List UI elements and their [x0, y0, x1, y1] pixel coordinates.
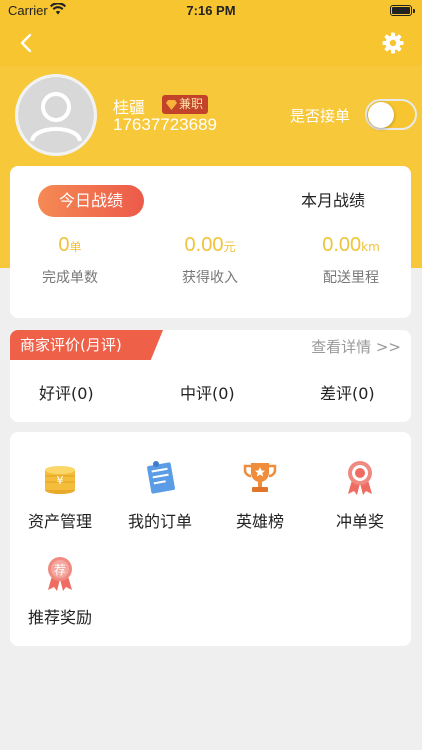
stat-distance: 0.00km 配送里程 [286, 234, 416, 287]
svg-text:¥: ¥ [57, 474, 64, 487]
stat-income: 0.00元 获得收入 [145, 234, 275, 287]
stat-unit: 单 [69, 240, 82, 254]
menu-label: 资产管理 [27, 512, 92, 531]
good-review-count[interactable]: 好评(0) [39, 380, 94, 404]
stat-label: 完成单数 [42, 270, 98, 286]
stat-label: 获得收入 [182, 270, 238, 286]
svg-text:荐: 荐 [54, 563, 66, 577]
coins-icon: ¥ [45, 466, 75, 494]
part-time-badge: 兼职 [162, 95, 209, 114]
menu-item-referral-reward[interactable]: 荐 推荐奖励 [10, 554, 110, 628]
function-menu-card: ¥ 资产管理 我的订单 英雄榜 冲单奖 荐 推荐奖励 [10, 432, 411, 646]
diamond-icon [166, 99, 177, 110]
stat-value: 0 [58, 234, 70, 256]
menu-item-leaderboard[interactable]: 英雄榜 [210, 458, 310, 532]
menu-label: 英雄榜 [235, 512, 284, 531]
gear-icon[interactable] [380, 30, 406, 56]
menu-item-order-bonus[interactable]: 冲单奖 [310, 458, 410, 532]
user-placeholder-icon [18, 77, 94, 153]
menu-label: 推荐奖励 [27, 608, 92, 627]
stat-unit: 元 [223, 240, 236, 254]
view-details-link[interactable]: 查看详情 >> [311, 336, 401, 357]
accept-orders-toggle[interactable] [365, 99, 417, 130]
stat-value: 0.00 [322, 234, 362, 256]
accept-orders-label: 是否接单 [290, 107, 351, 125]
performance-card: 今日战绩 本月战绩 0单 完成单数 0.00元 获得收入 0.00km 配送里程 [10, 166, 411, 318]
toggle-knob [368, 102, 394, 128]
tab-today[interactable]: 今日战绩 [38, 185, 144, 217]
evaluation-title: 商家评价(月评) [10, 330, 163, 360]
badge-label: 兼职 [179, 97, 204, 111]
neutral-review-count[interactable]: 中评(0) [180, 380, 235, 404]
chevron-left-icon[interactable] [14, 30, 40, 56]
menu-label: 冲单奖 [335, 512, 384, 531]
trophy-icon [243, 463, 277, 492]
status-bar: Carrier 7:16 PM [0, 0, 422, 22]
bad-review-count[interactable]: 差评(0) [320, 380, 375, 404]
recommend-medal-icon: 荐 [48, 557, 72, 591]
merchant-evaluation-card: 商家评价(月评) 查看详情 >> 好评(0) 中评(0) 差评(0) [10, 330, 411, 422]
menu-label: 我的订单 [127, 512, 192, 531]
medal-icon [348, 461, 372, 495]
stat-value: 0.00 [184, 234, 224, 256]
menu-item-orders[interactable]: 我的订单 [110, 458, 210, 532]
menu-item-assets[interactable]: ¥ 资产管理 [10, 458, 110, 532]
battery-icon [390, 5, 415, 16]
stat-completed-orders: 0单 完成单数 [5, 234, 135, 287]
tab-month[interactable]: 本月战绩 [280, 185, 386, 217]
user-phone: 17637723689 [113, 115, 218, 134]
stat-unit: km [361, 240, 380, 254]
clock-time: 7:16 PM [186, 3, 236, 18]
order-note-icon [147, 461, 175, 494]
avatar[interactable] [15, 74, 97, 156]
stat-label: 配送里程 [323, 270, 379, 286]
